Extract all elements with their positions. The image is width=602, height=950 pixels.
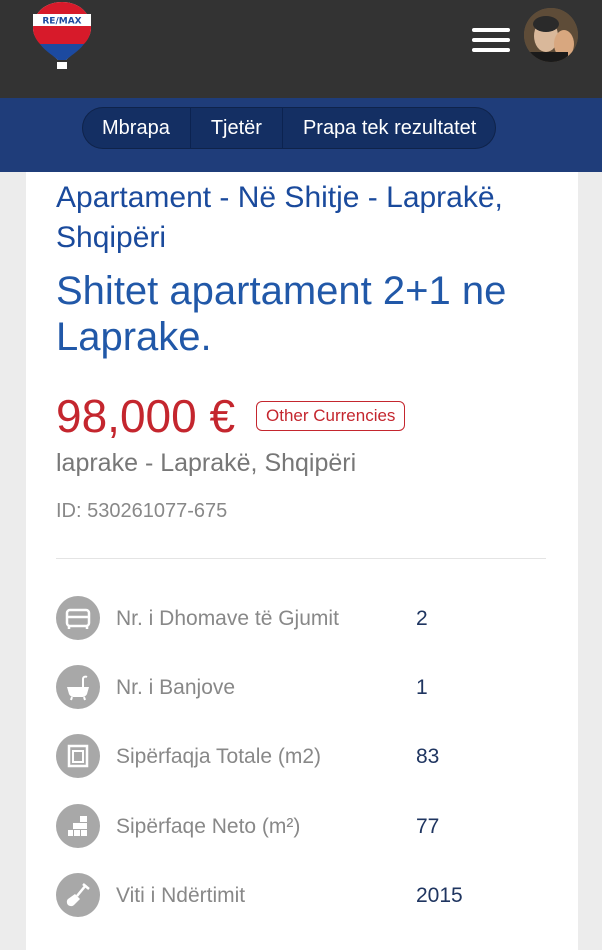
back-button[interactable]: Mbrapa xyxy=(82,107,190,149)
listing-subtitle: Apartament - Në Shitje - Laprakë, Shqipë… xyxy=(56,181,503,254)
feature-value: 83 xyxy=(416,745,440,768)
feature-value: 2015 xyxy=(416,884,463,907)
feature-label: Nr. i Banjove xyxy=(116,676,236,699)
feature-row-year-built: Viti i Ndërtimit 2015 xyxy=(56,873,556,919)
user-avatar[interactable] xyxy=(524,8,578,62)
bathtub-icon xyxy=(56,665,100,709)
feature-label: Viti i Ndërtimit xyxy=(116,884,246,907)
shovel-icon xyxy=(56,873,100,917)
feature-label: Nr. i Dhomave të Gjumit xyxy=(116,607,339,630)
feature-label: Sipërfaqe Neto (m²) xyxy=(116,815,301,838)
feature-value: 77 xyxy=(416,815,440,838)
feature-value: 2 xyxy=(416,607,428,630)
net-area-icon xyxy=(56,804,100,848)
back-to-results-button[interactable]: Prapa tek rezultatet xyxy=(281,107,496,149)
feature-label: Sipërfaqja Totale (m2) xyxy=(116,745,322,768)
listing-price: 98,000 € xyxy=(56,390,236,442)
listing-title: Shitet apartament 2+1 ne Laprake. xyxy=(56,269,507,359)
next-button[interactable]: Tjetër xyxy=(189,107,282,149)
feature-value: 1 xyxy=(416,676,428,699)
total-area-icon xyxy=(56,734,100,778)
listing-navigation: Mbrapa Tjetër Prapa tek rezultatet xyxy=(82,107,497,149)
remax-balloon-logo[interactable]: RE/MAX xyxy=(30,0,94,72)
listing-id: ID: 530261077-675 xyxy=(56,500,228,522)
feature-row-net-area: Sipërfaqe Neto (m²) 77 xyxy=(56,804,556,850)
feature-row-bathrooms: Nr. i Banjove 1 xyxy=(56,665,556,711)
logo-text: RE/MAX xyxy=(42,17,81,27)
other-currencies-button[interactable]: Other Currencies xyxy=(256,401,406,431)
bed-icon xyxy=(56,596,100,640)
listing-location: laprake - Laprakë, Shqipëri xyxy=(56,449,357,477)
hamburger-menu-icon[interactable] xyxy=(472,28,510,52)
feature-row-total-area: Sipërfaqja Totale (m2) 83 xyxy=(56,734,556,780)
divider xyxy=(56,558,546,559)
top-bar: RE/MAX xyxy=(0,0,602,98)
feature-row-bedrooms: Nr. i Dhomave të Gjumit 2 xyxy=(56,596,556,642)
